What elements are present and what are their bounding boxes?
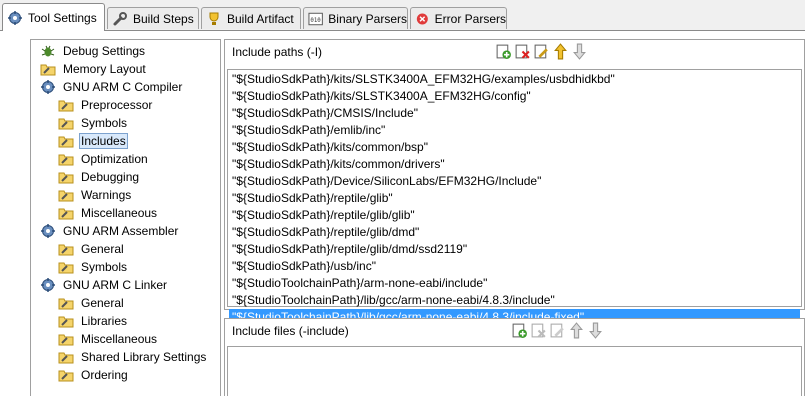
tab-label: Build Steps [133, 11, 194, 26]
tree-item-preprocessor[interactable]: Preprocessor [58, 96, 154, 114]
tree-item-gnu-arm-c-compiler[interactable]: GNU ARM C Compiler [40, 78, 184, 96]
trophy-icon [209, 12, 219, 25]
list-item[interactable]: "${StudioToolchainPath}/lib/gcc/arm-none… [229, 292, 800, 309]
list-item[interactable]: "${StudioSdkPath}/reptile/glib/dmd" [229, 224, 800, 241]
tab-tool-settings[interactable]: Tool Settings [2, 3, 105, 31]
svg-text:010: 010 [310, 17, 321, 23]
delete-icon[interactable] [530, 322, 547, 339]
tree-item-symbols[interactable]: Symbols [58, 114, 129, 132]
tab-label: Binary Parsers [328, 11, 407, 26]
bug-icon [41, 45, 55, 57]
tab-label: Tool Settings [28, 10, 97, 25]
tree-item-miscellaneous[interactable]: Miscellaneous [58, 204, 159, 222]
list-item[interactable]: "${StudioSdkPath}/emlib/inc" [229, 122, 800, 139]
tree-item-general[interactable]: General [58, 240, 126, 258]
include-paths-title: Include paths (-I) [232, 45, 323, 59]
include-files-list[interactable] [227, 346, 802, 396]
folder-wrench-icon [58, 244, 74, 256]
add-icon[interactable] [511, 322, 528, 339]
tree-item-miscellaneous[interactable]: Miscellaneous [58, 330, 159, 348]
folder-wrench-icon [58, 262, 74, 274]
tree-item-debugging[interactable]: Debugging [58, 168, 141, 186]
list-item[interactable]: "${StudioSdkPath}/kits/SLSTK3400A_EFM32H… [229, 71, 800, 88]
list-item[interactable]: "${StudioSdkPath}/Device/SiliconLabs/EFM… [229, 173, 800, 190]
tree-item-general[interactable]: General [58, 294, 126, 312]
list-item[interactable]: "${StudioSdkPath}/kits/SLSTK3400A_EFM32H… [229, 88, 800, 105]
folder-wrench-icon [58, 298, 74, 310]
folder-wrench-icon [58, 172, 74, 184]
edit-icon[interactable] [533, 43, 550, 60]
tab-bar: Tool Settings Build Steps Build Artifact… [0, 0, 805, 31]
folder-wrench-icon [58, 136, 74, 148]
move-up-icon[interactable] [552, 43, 569, 60]
gear-icon [41, 80, 55, 94]
list-item[interactable]: "${StudioSdkPath}/reptile/glib" [229, 190, 800, 207]
folder-wrench-icon [58, 334, 74, 346]
list-item[interactable]: "${StudioSdkPath}/reptile/glib/glib" [229, 207, 800, 224]
list-item[interactable]: "${StudioSdkPath}/kits/common/bsp" [229, 139, 800, 156]
tree-item-optimization[interactable]: Optimization [58, 150, 150, 168]
list-item[interactable]: "${StudioToolchainPath}/arm-none-eabi/in… [229, 275, 800, 292]
include-paths-toolbar [495, 43, 588, 60]
wrench-icon [113, 11, 127, 25]
tree-item-debug-settings[interactable]: Debug Settings [40, 42, 147, 60]
include-paths-list[interactable]: "${StudioSdkPath}/kits/SLSTK3400A_EFM32H… [227, 69, 802, 326]
gear-icon [41, 224, 55, 238]
tab-label: Build Artifact [227, 11, 294, 26]
folder-wrench-icon [58, 100, 74, 112]
tab-build-steps[interactable]: Build Steps [107, 7, 199, 29]
binary-icon: 010 [308, 12, 323, 25]
folder-wrench-icon [58, 154, 74, 166]
folder-wrench-icon [40, 64, 56, 76]
list-item[interactable]: "${StudioSdkPath}/usb/inc" [229, 258, 800, 275]
tree-item-symbols[interactable]: Symbols [58, 258, 129, 276]
tree-item-ordering[interactable]: Ordering [58, 366, 130, 384]
tool-settings-icon [8, 10, 22, 25]
tree-item-libraries[interactable]: Libraries [58, 312, 129, 330]
settings-tree: Debug Settings Memory Layout GNU ARM C C… [30, 39, 221, 396]
tree-item-shared-library-settings[interactable]: Shared Library Settings [58, 348, 208, 366]
tree-item-gnu-arm-assembler[interactable]: GNU ARM Assembler [40, 222, 180, 240]
tree-item-includes[interactable]: Includes [58, 132, 128, 150]
tab-binary-parsers[interactable]: 010 Binary Parsers [303, 7, 408, 29]
folder-wrench-icon [58, 316, 74, 328]
tree-item-gnu-arm-c-linker[interactable]: GNU ARM C Linker [40, 276, 169, 294]
tab-build-artifact[interactable]: Build Artifact [201, 7, 301, 29]
move-up-icon[interactable] [568, 322, 585, 339]
tree-item-memory-layout[interactable]: Memory Layout [40, 60, 148, 78]
error-icon [416, 13, 428, 24]
gear-icon [41, 278, 55, 292]
include-files-title: Include files (-include) [232, 324, 349, 338]
delete-icon[interactable] [514, 43, 531, 60]
list-item[interactable]: "${StudioSdkPath}/reptile/glib/dmd/ssd21… [229, 241, 800, 258]
folder-wrench-icon [58, 352, 74, 364]
include-files-toolbar [511, 322, 604, 339]
edit-icon[interactable] [549, 322, 566, 339]
move-down-icon[interactable] [587, 322, 604, 339]
folder-wrench-icon [58, 208, 74, 220]
tree-item-warnings[interactable]: Warnings [58, 186, 133, 204]
add-icon[interactable] [495, 43, 512, 60]
list-item[interactable]: "${StudioSdkPath}/kits/common/drivers" [229, 156, 800, 173]
include-paths-panel: Include paths (-I) "${StudioSdkPath}/kit… [224, 39, 805, 326]
tab-label: Error Parsers [434, 11, 506, 26]
folder-wrench-icon [58, 370, 74, 382]
tab-error-parsers[interactable]: Error Parsers [410, 7, 507, 29]
folder-wrench-icon [58, 118, 74, 130]
include-files-panel: Include files (-include) [224, 318, 805, 396]
list-item[interactable]: "${StudioSdkPath}/CMSIS/Include" [229, 105, 800, 122]
move-down-icon[interactable] [571, 43, 588, 60]
folder-wrench-icon [58, 190, 74, 202]
